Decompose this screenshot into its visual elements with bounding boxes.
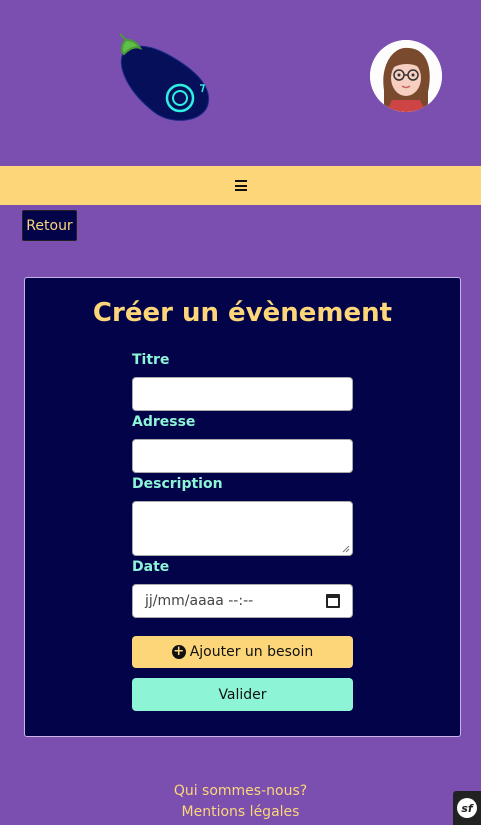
back-button[interactable]: Retour	[22, 210, 77, 241]
legal-link[interactable]: Mentions légales	[0, 804, 481, 820]
about-link[interactable]: Qui sommes-nous?	[0, 783, 481, 799]
address-input[interactable]	[132, 439, 353, 473]
hamburger-icon[interactable]	[234, 180, 247, 191]
description-textarea[interactable]	[132, 501, 353, 556]
date-placeholder: jj/mm/aaaa --:--	[145, 593, 254, 609]
resize-handle-icon[interactable]	[342, 545, 350, 553]
add-need-label: Ajouter un besoin	[189, 644, 314, 660]
user-avatar[interactable]	[370, 40, 442, 112]
calendar-icon[interactable]	[326, 594, 340, 608]
eggplant-logo[interactable]	[114, 30, 214, 126]
description-label: Description	[132, 476, 223, 492]
date-label: Date	[132, 559, 170, 575]
symfony-toolbar-toggle[interactable]: sf	[453, 791, 481, 825]
submit-button[interactable]: Valider	[132, 678, 353, 711]
symfony-icon: sf	[457, 798, 477, 818]
plus-circle-icon: +	[171, 644, 186, 659]
add-need-button[interactable]: + Ajouter un besoin	[132, 636, 353, 668]
event-form: Créer un évènement Titre Adresse Descrip…	[24, 277, 461, 737]
navbar	[0, 166, 481, 205]
form-title: Créer un évènement	[92, 298, 393, 328]
date-input[interactable]: jj/mm/aaaa --:--	[132, 584, 353, 618]
header	[0, 0, 481, 166]
address-label: Adresse	[132, 414, 196, 430]
title-label: Titre	[132, 352, 170, 368]
title-input[interactable]	[132, 377, 353, 411]
